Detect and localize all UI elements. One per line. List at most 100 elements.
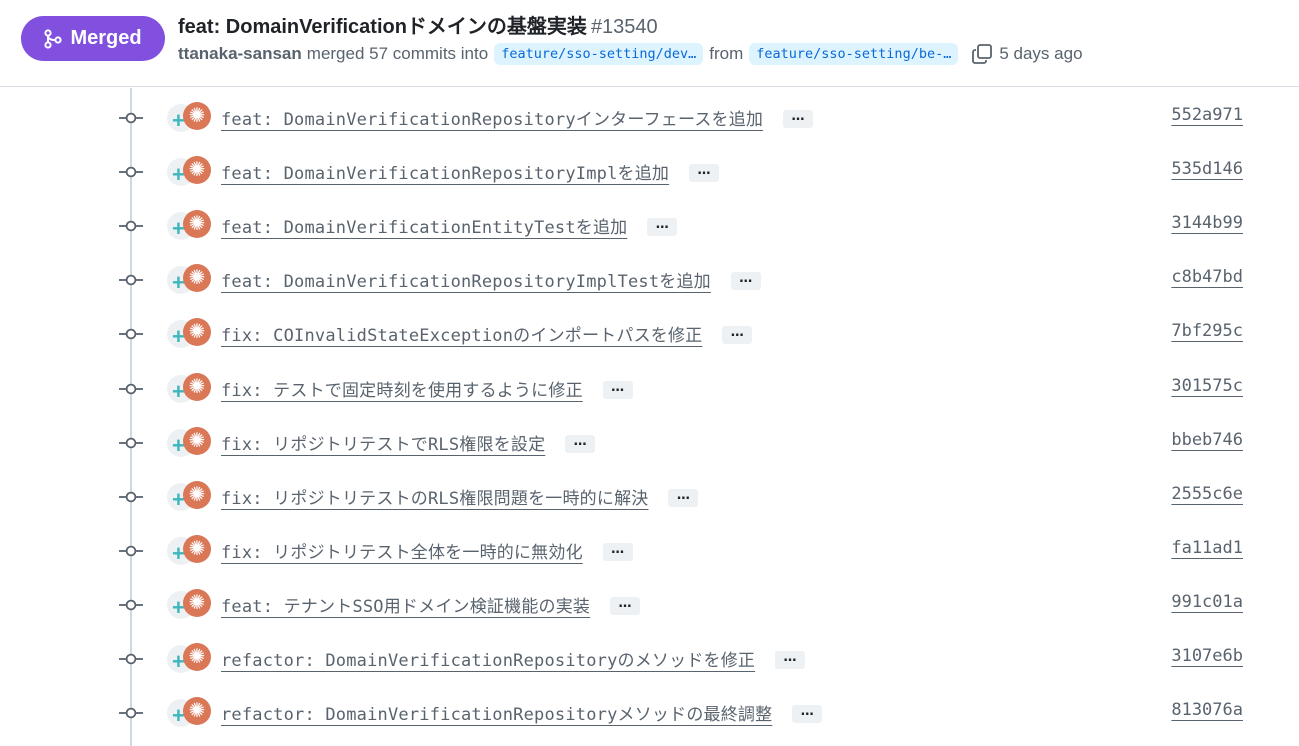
commit-message-link[interactable]: fix: リポジトリテストでRLS権限を設定 … — [221, 430, 596, 455]
commit-message-link[interactable]: refactor: DomainVerificationRepositoryのメ… — [221, 646, 806, 671]
pr-meta: ttanaka-sansan merged 57 commits into fe… — [178, 41, 1083, 67]
pr-header: Merged feat: DomainVerificationドメインの基盤実装… — [0, 0, 1299, 87]
git-commit-icon — [119, 382, 143, 396]
sparkle-icon: ✺ — [183, 426, 211, 455]
git-commit-icon — [119, 219, 143, 233]
sparkle-icon: ✺ — [183, 372, 211, 401]
commit-row: + ✺ fix: リポジトリテストでRLS権限を設定 … bbeb746 — [0, 416, 1299, 470]
pr-author-link[interactable]: ttanaka-sansan — [178, 44, 302, 64]
commit-message-text: fix: COInvalidStateExceptionのインポートパスを修正 — [221, 326, 703, 347]
git-merge-icon — [44, 28, 63, 49]
expand-commit-button[interactable]: … — [689, 164, 720, 183]
author-avatars[interactable]: + ✺ — [167, 643, 213, 675]
expand-commit-button[interactable]: … — [668, 488, 699, 507]
commit-message-text: fix: リポジトリテストでRLS権限を設定 — [221, 434, 546, 455]
expand-commit-button[interactable]: … — [730, 272, 761, 291]
git-commit-icon — [119, 327, 143, 341]
sparkle-icon: ✺ — [183, 156, 211, 185]
author-avatars[interactable]: + ✺ — [167, 588, 213, 621]
commit-sha-link[interactable]: 813076a — [1171, 700, 1243, 720]
commit-message-link[interactable]: fix: リポジトリテスト全体を一時的に無効化 … — [221, 538, 633, 563]
merged-status-label: Merged — [70, 27, 142, 49]
sparkle-icon: ✺ — [183, 534, 211, 563]
commit-message-link[interactable]: feat: DomainVerificationEntityTestを追加… — [221, 213, 678, 238]
commit-message-text: feat: DomainVerificationRepositoryインターフェ… — [221, 110, 764, 130]
commit-message-text: fix: リポジトリテストのRLS権限問題を一時的に解決 — [221, 488, 649, 509]
pr-number: #13540 — [590, 16, 658, 38]
commit-message-link[interactable]: feat: テナントSSO用ドメイン検証機能の実装… — [221, 592, 641, 617]
commit-sha-link[interactable]: 535d146 — [1171, 159, 1243, 179]
git-commit-icon — [119, 273, 143, 287]
expand-commit-button[interactable]: … — [565, 434, 596, 453]
expand-commit-button[interactable]: … — [610, 596, 641, 615]
merged-status-badge[interactable]: Merged — [21, 16, 165, 61]
expand-commit-button[interactable]: … — [722, 326, 753, 345]
commit-row: + ✺ feat: DomainVerificationRepositoryImpl… — [0, 145, 1299, 199]
commit-message-text: fix: テストで固定時刻を使用するように修正 — [221, 380, 583, 401]
sparkle-icon: ✺ — [183, 588, 211, 617]
commit-row: + ✺ feat: DomainVerificationRepositoryImpl… — [0, 253, 1299, 307]
base-branch-label[interactable]: feature/sso-setting/dev… — [494, 43, 704, 65]
commit-row: + ✺ fix: リポジトリテストのRLS権限問題を一時的に解決 … 2555c6e — [0, 470, 1299, 524]
sparkle-icon: ✺ — [183, 318, 211, 347]
sparkle-icon: ✺ — [183, 102, 211, 130]
author-avatars[interactable]: + ✺ — [167, 264, 213, 296]
expand-commit-button[interactable]: … — [602, 380, 633, 399]
author-avatars[interactable]: + ✺ — [167, 534, 213, 567]
commit-message-text: feat: DomainVerificationRepositoryImplTe… — [221, 272, 711, 293]
commit-message-link[interactable]: refactor: DomainVerificationRepositoryメソ… — [221, 700, 823, 726]
expand-commit-button[interactable]: … — [647, 218, 678, 237]
author-avatars[interactable]: + ✺ — [167, 156, 213, 188]
commit-message-text: refactor: DomainVerificationRepositoryメソ… — [221, 705, 773, 726]
commit-row: + ✺ feat: DomainVerificationRepositoryインター… — [0, 91, 1299, 145]
sparkle-icon: ✺ — [183, 264, 211, 293]
commit-message-link[interactable]: feat: DomainVerificationRepositoryインターフェ… — [221, 105, 814, 130]
commit-sha-link[interactable]: 2555c6e — [1171, 484, 1243, 504]
from-text: from — [709, 44, 744, 63]
commit-sha-link[interactable]: c8b47bd — [1171, 267, 1243, 287]
author-avatars[interactable]: + ✺ — [167, 426, 213, 459]
commit-message-text: feat: DomainVerificationRepositoryImplを追… — [221, 164, 670, 185]
commit-sha-link[interactable]: 7bf295c — [1171, 321, 1243, 341]
commit-message-text: refactor: DomainVerificationRepositoryのメ… — [221, 651, 756, 671]
commit-sha-link[interactable]: bbeb746 — [1171, 430, 1243, 450]
git-commit-icon — [119, 544, 143, 558]
copy-icon[interactable] — [971, 43, 993, 65]
expand-commit-button[interactable]: … — [602, 542, 633, 561]
commit-sha-link[interactable]: 552a971 — [1171, 105, 1243, 125]
expand-commit-button[interactable]: … — [775, 651, 806, 669]
commit-message-link[interactable]: fix: リポジトリテストのRLS権限問題を一時的に解決 … — [221, 484, 699, 509]
commit-message-link[interactable]: feat: DomainVerificationRepositoryImplTe… — [221, 267, 761, 292]
commit-row: + ✺ fix: COInvalidStateExceptionのインポートパスを修… — [0, 307, 1299, 361]
sparkle-icon: ✺ — [183, 480, 211, 509]
git-commit-icon — [119, 490, 143, 504]
author-avatars[interactable]: + ✺ — [167, 318, 213, 350]
author-avatars[interactable]: + ✺ — [167, 697, 213, 729]
author-avatars[interactable]: + ✺ — [167, 372, 213, 405]
sparkle-icon: ✺ — [183, 643, 211, 671]
pr-title-text: feat: DomainVerificationドメインの基盤実装 — [178, 16, 587, 38]
git-commit-icon — [119, 165, 143, 179]
commit-row: + ✺ feat: テナントSSO用ドメイン検証機能の実装 … 991c01a — [0, 578, 1299, 632]
git-commit-icon — [119, 652, 143, 666]
git-commit-icon — [119, 111, 143, 125]
expand-commit-button[interactable]: … — [783, 110, 814, 128]
commit-row: + ✺ refactor: DomainVerificationRepository… — [0, 686, 1299, 740]
commit-sha-link[interactable]: 3144b99 — [1171, 213, 1243, 233]
head-branch-label[interactable]: feature/sso-setting/be-… — [749, 43, 959, 65]
commit-row: + ✺ refactor: DomainVerificationRepository… — [0, 632, 1299, 686]
commit-message-link[interactable]: fix: COInvalidStateExceptionのインポートパスを修正 … — [221, 321, 753, 347]
commit-row: + ✺ fix: リポジトリテスト全体を一時的に無効化 … fa11ad1 — [0, 524, 1299, 578]
commit-sha-link[interactable]: 301575c — [1171, 376, 1243, 396]
commit-message-link[interactable]: fix: テストで固定時刻を使用するように修正 … — [221, 376, 633, 401]
author-avatars[interactable]: + ✺ — [167, 102, 213, 134]
expand-commit-button[interactable]: … — [792, 705, 823, 724]
author-avatars[interactable]: + ✺ — [167, 210, 213, 242]
commit-sha-link[interactable]: fa11ad1 — [1171, 538, 1243, 558]
commit-sha-link[interactable]: 991c01a — [1171, 592, 1243, 612]
commit-sha-link[interactable]: 3107e6b — [1171, 646, 1243, 666]
commit-message-text: fix: リポジトリテスト全体を一時的に無効化 — [221, 542, 583, 563]
commit-message-link[interactable]: feat: DomainVerificationRepositoryImplを追… — [221, 159, 720, 185]
git-commit-icon — [119, 706, 143, 720]
author-avatars[interactable]: + ✺ — [167, 480, 213, 513]
